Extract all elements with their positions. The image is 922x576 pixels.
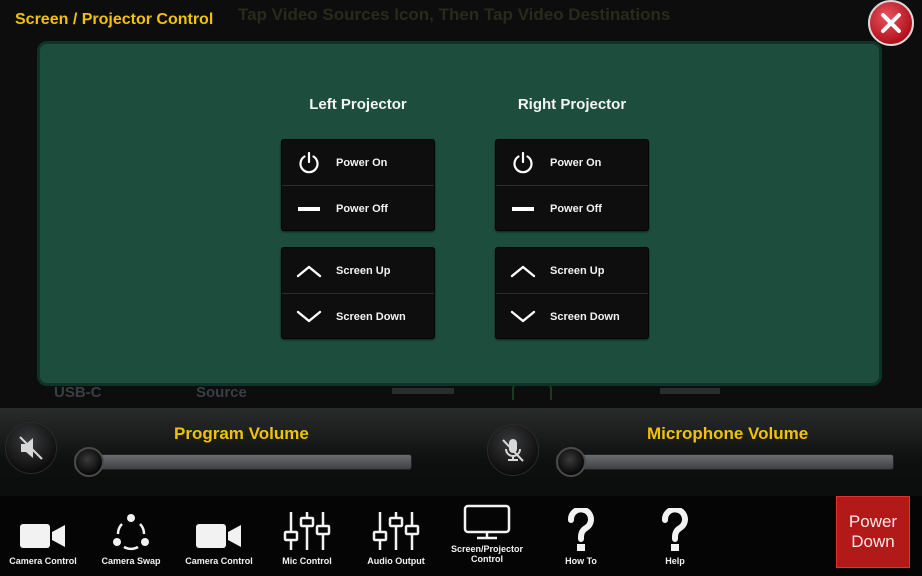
popup-title: Screen / Projector Control [15, 11, 214, 28]
right-screen-up-button[interactable]: Screen Up [496, 248, 648, 294]
chevron-down-icon [510, 310, 536, 322]
left-power-off-button[interactable]: Power Off [282, 186, 434, 231]
left-projector-title: Left Projector [309, 96, 407, 113]
nav-camera-control-2[interactable]: Camera Control [176, 496, 262, 576]
question-icon [568, 508, 594, 551]
monitor-icon [463, 504, 511, 540]
background-bar [392, 388, 454, 394]
projector-control-panel [37, 41, 882, 386]
nav-audio-output[interactable]: Audio Output [352, 496, 440, 576]
nav-label: Camera Control [9, 556, 77, 566]
nav-how-to[interactable]: How To [536, 496, 626, 576]
program-volume-label: Program Volume [174, 424, 309, 443]
close-button[interactable] [868, 0, 914, 46]
right-power-group: Power On Power Off [495, 139, 649, 231]
video-camera-icon [196, 524, 241, 548]
left-screen-up-button[interactable]: Screen Up [282, 248, 434, 294]
right-power-off-button[interactable]: Power Off [496, 186, 648, 231]
nav-label: Camera Control [185, 556, 253, 566]
power-off-label: Power Off [336, 202, 388, 215]
speaker-muted-icon [19, 436, 43, 460]
nav-label: How To [565, 556, 597, 566]
right-projector-title: Right Projector [517, 96, 627, 113]
background-bar [660, 388, 720, 394]
nav-label: Help [665, 556, 685, 566]
microphone-volume-label: Microphone Volume [647, 424, 809, 443]
left-power-on-button[interactable]: Power On [282, 140, 434, 186]
microphone-mute-button[interactable] [487, 424, 539, 476]
background-hint: Tap Video Sources Icon, Then Tap Video D… [238, 5, 671, 24]
screen-up-label: Screen Up [336, 264, 391, 277]
question-icon [662, 508, 688, 551]
power-icon [299, 151, 319, 173]
mixer-faders-icon [372, 512, 420, 550]
right-screen-down-button[interactable]: Screen Down [496, 294, 648, 339]
power-icon [513, 151, 533, 173]
chevron-up-icon [296, 265, 322, 277]
power-down-button[interactable]: Power Down [836, 496, 910, 568]
minus-icon [298, 206, 320, 211]
microphone-muted-icon [502, 439, 524, 462]
screen-up-label: Screen Up [550, 264, 605, 277]
power-on-label: Power On [550, 156, 602, 169]
nav-label: Camera Swap [101, 556, 161, 566]
nav-help[interactable]: Help [630, 496, 720, 576]
nav-camera-swap[interactable]: Camera Swap [88, 496, 174, 576]
power-down-label-line1: Power [848, 512, 898, 531]
screen-down-label: Screen Down [336, 310, 406, 323]
chevron-down-icon [296, 310, 322, 322]
left-power-group: Power On Power Off [281, 139, 435, 231]
program-volume-knob[interactable] [74, 447, 104, 477]
nav-mic-control[interactable]: Mic Control [264, 496, 350, 576]
background-label-usbc: USB-C [54, 384, 102, 401]
left-screen-group: Screen Up Screen Down [281, 247, 435, 339]
right-screen-group: Screen Up Screen Down [495, 247, 649, 339]
nav-label: Screen/Projector Control [450, 544, 524, 564]
program-mute-button[interactable] [5, 422, 57, 474]
video-camera-icon [20, 524, 65, 548]
nav-screen-projector-control[interactable]: Screen/Projector Control [442, 496, 532, 576]
screen-down-label: Screen Down [550, 310, 620, 323]
nav-label: Audio Output [367, 556, 425, 566]
chevron-up-icon [510, 265, 536, 277]
minus-icon [512, 206, 534, 211]
left-screen-down-button[interactable]: Screen Down [282, 294, 434, 339]
swap-cycle-icon [113, 514, 149, 551]
close-x-icon [881, 13, 901, 33]
microphone-volume-knob[interactable] [556, 447, 586, 477]
background-label-source: Source [196, 384, 247, 401]
power-down-label-line2: Down [851, 532, 895, 551]
mixer-faders-icon [283, 512, 331, 550]
program-volume-slider[interactable] [74, 454, 412, 470]
power-on-label: Power On [336, 156, 388, 169]
nav-label: Mic Control [282, 556, 332, 566]
right-power-on-button[interactable]: Power On [496, 140, 648, 186]
volume-strip [0, 408, 922, 496]
microphone-volume-slider[interactable] [556, 454, 894, 470]
nav-camera-control[interactable]: Camera Control [0, 496, 86, 576]
power-off-label: Power Off [550, 202, 602, 215]
